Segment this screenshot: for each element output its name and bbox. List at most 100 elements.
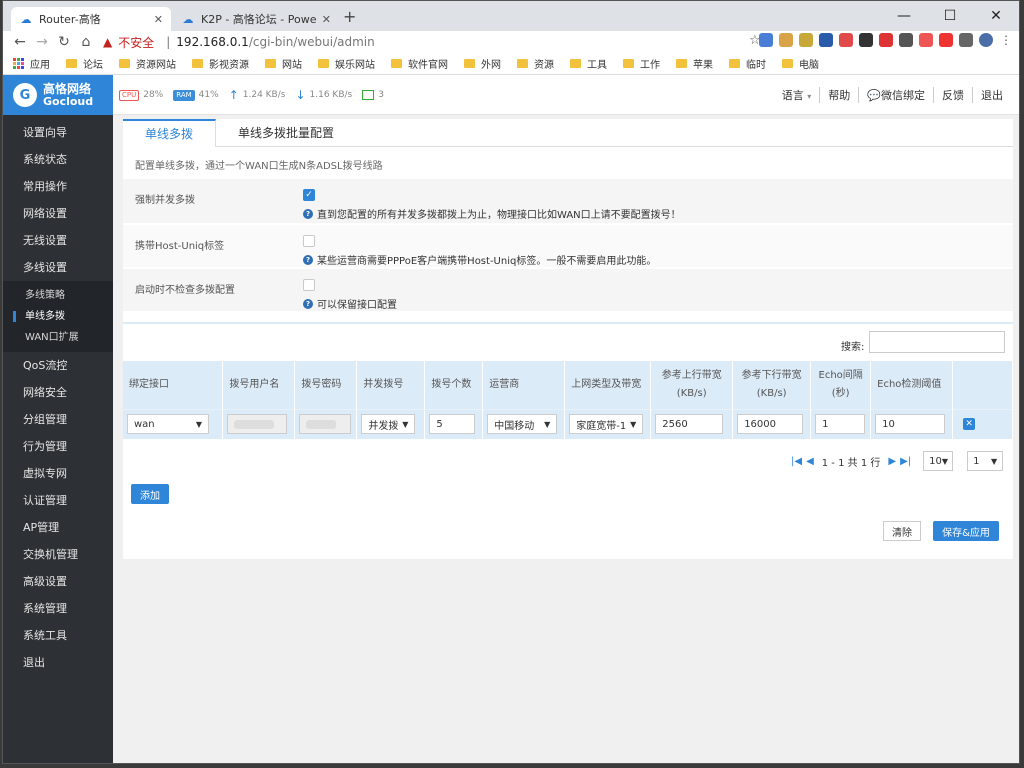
bookmark-folder[interactable]: 影视资源 [192, 56, 249, 71]
search-input[interactable] [869, 331, 1005, 353]
extension-icon[interactable] [939, 33, 953, 47]
address-bar: ← → ↻ ⌂ ▲ 不安全 | 192.168.0.1 /cgi-bin/web… [3, 31, 1019, 53]
page-size-select[interactable]: 10 ▼ [923, 451, 954, 471]
url-field[interactable]: ▲ 不安全 | 192.168.0.1 /cgi-bin/webui/admin [103, 32, 823, 52]
extension-icon[interactable] [919, 33, 933, 47]
bookmark-folder[interactable]: 资源 [517, 56, 554, 71]
logout-link[interactable]: 退出 [972, 87, 1011, 103]
minimize-button[interactable]: — [881, 1, 927, 31]
extension-icon[interactable] [879, 33, 893, 47]
tab-single-multi-dial[interactable]: 单线多拨 [123, 119, 217, 147]
sidebar-item[interactable]: QoS流控 [3, 352, 113, 379]
bookmark-folder[interactable]: 工具 [570, 56, 607, 71]
page-select[interactable]: 1 ▼ [967, 451, 1004, 471]
cloud-icon: ☁ [20, 12, 32, 26]
type-select[interactable]: 家庭宽带-1 ▼ [569, 414, 644, 435]
echo-threshold-input[interactable]: 10 [875, 414, 946, 435]
home-icon[interactable]: ⌂ [75, 34, 97, 50]
sidebar-item[interactable]: 系统工具 [3, 622, 113, 649]
sidebar-item[interactable]: 无线设置 [3, 227, 113, 254]
menu-icon[interactable]: ⋮ [999, 33, 1013, 47]
extension-icon[interactable] [759, 33, 773, 47]
sidebar-item[interactable]: 系统状态 [3, 146, 113, 173]
sidebar-item[interactable]: 网络设置 [3, 200, 113, 227]
sidebar-item[interactable]: 常用操作 [3, 173, 113, 200]
add-button[interactable]: 添加 [131, 484, 169, 504]
bookmark-folder[interactable]: 苹果 [676, 56, 713, 71]
feedback-link[interactable]: 反馈 [933, 87, 972, 103]
first-page-icon[interactable]: |◀ [791, 456, 802, 467]
cpu-usage: 28% [143, 90, 164, 100]
sidebar-item[interactable]: 虚拟专网 [3, 460, 113, 487]
dial-count-input[interactable]: 5 [429, 414, 476, 435]
save-apply-button[interactable]: 保存&应用 [933, 521, 999, 541]
extension-icon[interactable] [859, 33, 873, 47]
echo-interval-input[interactable]: 1 [815, 414, 866, 435]
logo[interactable]: G 高恪网络 Gocloud [3, 75, 113, 115]
bookmark-folder[interactable]: 外网 [464, 56, 501, 71]
bookmark-folder[interactable]: 资源网站 [119, 56, 176, 71]
last-page-icon[interactable]: ▶| [900, 456, 911, 467]
upload-bandwidth-input[interactable]: 2560 [655, 414, 724, 435]
browser-tab-router[interactable]: ☁ Router-高恪 ✕ [11, 7, 171, 31]
skip-check-checkbox[interactable] [303, 279, 315, 291]
help-link[interactable]: 帮助 [819, 87, 858, 103]
bookmark-folder[interactable]: 工作 [623, 56, 660, 71]
sidebar-item[interactable]: 多线设置 [3, 254, 113, 281]
bookmark-folder[interactable]: 论坛 [66, 56, 103, 71]
wechat-button[interactable]: 💬微信绑定 [858, 87, 933, 103]
download-bandwidth-input[interactable]: 16000 [737, 414, 804, 435]
reload-icon[interactable]: ↻ [53, 34, 75, 50]
extension-icon[interactable] [839, 33, 853, 47]
isp-select[interactable]: 中国移动 ▼ [487, 414, 558, 435]
extension-icon[interactable] [959, 33, 973, 47]
sidebar: 设置向导 系统状态 常用操作 网络设置 无线设置 多线设置 多线策略 单线多拨 … [3, 115, 113, 763]
prev-page-icon[interactable]: ◀ [806, 456, 814, 467]
sidebar-item[interactable]: 交换机管理 [3, 541, 113, 568]
force-concurrent-checkbox[interactable]: ✓ [303, 189, 315, 201]
sidebar-item[interactable]: 网络安全 [3, 379, 113, 406]
sidebar-item[interactable]: 系统管理 [3, 595, 113, 622]
sidebar-subitem[interactable]: 多线策略 [3, 285, 113, 306]
bookmark-folder[interactable]: 网站 [265, 56, 302, 71]
bookmark-folder[interactable]: 娱乐网站 [318, 56, 375, 71]
password-field[interactable] [299, 414, 352, 435]
url-path: /cgi-bin/webui/admin [248, 35, 375, 49]
dial-mode-select[interactable]: 并发拨 ▼ [361, 414, 416, 435]
delete-row-button[interactable]: ✕ [963, 418, 976, 431]
new-tab-button[interactable]: + [343, 7, 356, 26]
sidebar-item[interactable]: AP管理 [3, 514, 113, 541]
extension-icon[interactable] [819, 33, 833, 47]
tab-batch-config[interactable]: 单线多拨批量配置 [216, 119, 356, 147]
username-field[interactable] [227, 414, 288, 435]
maximize-button[interactable]: ☐ [927, 1, 973, 31]
sidebar-item[interactable]: 行为管理 [3, 433, 113, 460]
sidebar-subitem[interactable]: WAN口扩展 [3, 327, 113, 348]
browser-tab-k2p[interactable]: ☁ K2P - 高恪论坛 - Powered by D ✕ [173, 7, 339, 31]
bookmark-folder[interactable]: 电脑 [782, 56, 819, 71]
extension-icon[interactable] [799, 33, 813, 47]
sidebar-subitem-active[interactable]: 单线多拨 [3, 306, 113, 327]
sidebar-item[interactable]: 退出 [3, 649, 113, 676]
extension-icon[interactable] [899, 33, 913, 47]
close-icon[interactable]: ✕ [154, 13, 163, 26]
bookmark-apps[interactable]: 应用 [13, 56, 50, 71]
extension-icon[interactable] [779, 33, 793, 47]
language-button[interactable]: 语言 ▾ [774, 87, 820, 103]
close-icon[interactable]: ✕ [322, 13, 331, 26]
bookmark-folder[interactable]: 临时 [729, 56, 766, 71]
close-window-button[interactable]: ✕ [973, 1, 1019, 31]
interface-select[interactable]: wan ▼ [127, 414, 209, 435]
next-page-icon[interactable]: ▶ [888, 456, 896, 467]
input-value: 10 [882, 418, 895, 430]
avatar[interactable] [979, 33, 993, 47]
sidebar-item[interactable]: 认证管理 [3, 487, 113, 514]
sidebar-item[interactable]: 分组管理 [3, 406, 113, 433]
bookmark-folder[interactable]: 软件官网 [391, 56, 448, 71]
sidebar-item[interactable]: 高级设置 [3, 568, 113, 595]
sidebar-item[interactable]: 设置向导 [3, 119, 113, 146]
forward-icon[interactable]: → [31, 34, 53, 50]
clear-button[interactable]: 清除 [883, 521, 921, 541]
host-uniq-checkbox[interactable] [303, 235, 315, 247]
back-icon[interactable]: ← [9, 34, 31, 50]
